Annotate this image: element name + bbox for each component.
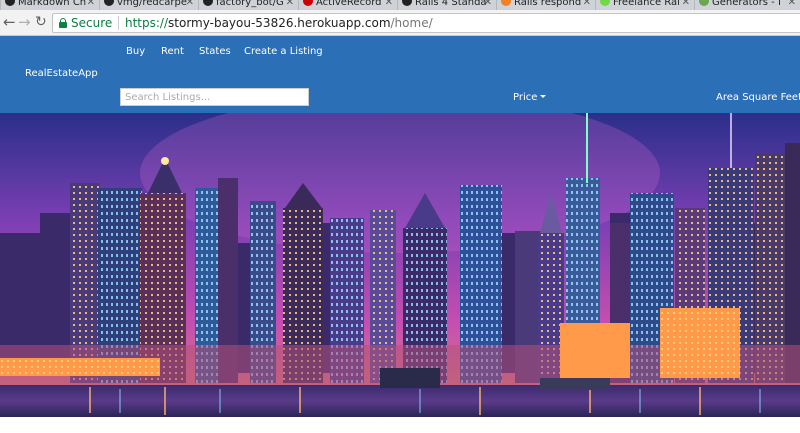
nav-create-listing[interactable]: Create a Listing [244,46,323,57]
area-dropdown[interactable]: Area Square Feet [716,92,800,103]
page-bottom [0,417,800,433]
tab-label: Freelance Rai [613,0,680,8]
divider [118,16,119,30]
tab-label: ActiveRecord [316,0,382,8]
lock-icon [59,18,67,28]
back-arrow-icon[interactable]: ← [3,13,16,31]
reload-icon[interactable]: ↻ [35,13,47,31]
browser-tab-2[interactable]: vmg/redcarpe ✕ [99,0,198,10]
url-scheme: https:// [125,16,169,30]
github-icon [104,0,114,6]
close-tab-icon[interactable]: ✕ [385,0,393,9]
close-tab-icon[interactable]: ✕ [583,0,591,9]
tab-label: Rails respond [514,0,582,8]
search-input[interactable] [120,88,309,106]
close-tab-icon[interactable]: ✕ [186,0,194,9]
url-host: stormy-bayou-53826.herokuapp.com [168,16,391,30]
tab-label: Rails 4 Standa [415,0,487,8]
price-dropdown[interactable]: Price [513,92,547,103]
github-icon [5,0,15,6]
browser-tab-7[interactable]: Freelance Rai ✕ [595,0,694,10]
browser-tab-5[interactable]: Rails 4 Standa ✕ [397,0,496,10]
close-tab-icon[interactable]: ✕ [87,0,95,9]
tab-label: Generators - I [712,0,781,8]
browser-tab-4[interactable]: ActiveRecord ✕ [298,0,397,10]
browser-tab-strip: Markdown Ch ✕ vmg/redcarpe ✕ factory_bot/G… [0,0,800,10]
price-dropdown-label: Price [513,92,538,103]
upwork-icon [600,0,610,6]
area-dropdown-label: Area Square Feet [716,92,800,103]
tab-label: vmg/redcarpe [117,0,188,8]
city-skyline-image [0,113,800,417]
close-tab-icon[interactable]: ✕ [484,0,492,9]
url-path: /home/ [390,16,433,30]
close-tab-icon[interactable]: ✕ [788,0,796,9]
hero-image [0,113,800,417]
page-icon [699,0,709,6]
nav-rent[interactable]: Rent [161,46,184,57]
tab-label: factory_bot/G [216,0,284,8]
nav-buy[interactable]: Buy [126,46,145,57]
url-text[interactable]: https://stormy-bayou-53826.herokuapp.com… [125,14,433,32]
site-navbar: RealEstateApp Buy Rent States Create a L… [0,36,800,113]
github-icon [203,0,213,6]
browser-toolbar: ← → ↻ Secure https://stormy-bayou-53826.… [0,10,800,36]
browser-tab-3[interactable]: factory_bot/G ✕ [198,0,298,10]
close-tab-icon[interactable]: ✕ [682,0,690,9]
close-tab-icon[interactable]: ✕ [286,0,294,9]
address-bar[interactable]: Secure https://stormy-bayou-53826.heroku… [52,13,800,33]
rails-icon [303,0,313,6]
caret-down-icon [540,95,547,98]
stackoverflow-icon [501,0,511,6]
nav-states[interactable]: States [199,46,231,57]
github-icon [402,0,412,6]
brand-link[interactable]: RealEstateApp [25,68,98,79]
browser-tab-1[interactable]: Markdown Ch ✕ [0,0,99,10]
secure-label: Secure [71,16,113,30]
tab-label: Markdown Ch [18,0,87,8]
browser-tab-6[interactable]: Rails respond ✕ [496,0,595,10]
forward-arrow-icon[interactable]: → [18,13,31,31]
browser-tab-8[interactable]: Generators - I ✕ [694,0,800,10]
